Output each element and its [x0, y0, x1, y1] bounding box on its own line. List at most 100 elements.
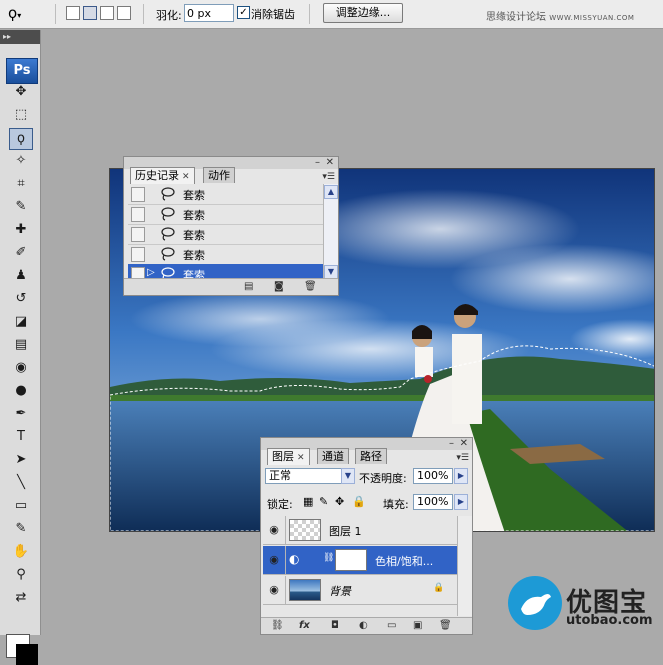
close-tab-icon[interactable]: ✕	[297, 453, 305, 463]
antialias-checkbox[interactable]: ✓	[237, 6, 250, 19]
lasso-tool-icon[interactable]: ϙ	[9, 128, 33, 150]
minimize-icon[interactable]: –	[449, 438, 454, 449]
lock-all-icon[interactable]: 🔒	[352, 495, 366, 508]
type-tool-icon[interactable]: T	[10, 427, 32, 447]
new-selection-icon[interactable]	[66, 6, 80, 20]
scroll-down-icon[interactable]: ▼	[324, 265, 338, 279]
layer-name: 图层 1	[329, 525, 362, 538]
eraser-tool-icon[interactable]: ◪	[10, 312, 32, 332]
panel-menu-icon[interactable]: ▾☰	[322, 172, 335, 183]
tab-actions[interactable]: 动作	[203, 167, 235, 183]
tab-channels[interactable]: 通道	[317, 448, 349, 464]
history-item-label: 套索	[183, 229, 205, 242]
mask-link-icon[interactable]: ⛓	[323, 553, 334, 563]
lock-icon: 🔒	[433, 583, 445, 593]
lock-pixels-icon[interactable]: ✎	[319, 495, 328, 508]
history-source-checkbox[interactable]	[131, 207, 145, 222]
chevron-down-icon[interactable]: ▼	[341, 468, 355, 484]
history-item[interactable]: 套索	[128, 184, 324, 205]
tab-paths[interactable]: 路径	[355, 448, 387, 464]
hand-tool-icon[interactable]: ✋	[10, 542, 32, 562]
layer-style-icon[interactable]: fx	[299, 620, 310, 632]
crop-tool-icon[interactable]: ⌗	[10, 174, 32, 194]
healing-brush-tool-icon[interactable]: ✚	[10, 220, 32, 240]
blur-tool-icon[interactable]: ◉	[10, 358, 32, 378]
site-watermark-text: 思缘设计论坛 WWW.MISSYUAN.COM	[486, 8, 634, 23]
close-icon[interactable]: ✕	[460, 438, 468, 449]
visibility-eye-icon[interactable]: ◉	[263, 576, 286, 604]
pen-tool-icon[interactable]: ✒	[10, 404, 32, 424]
options-separator	[143, 4, 144, 24]
gradient-tool-icon[interactable]: ▤	[10, 335, 32, 355]
new-layer-icon[interactable]: ▣	[413, 620, 422, 632]
layer-thumbnail	[289, 519, 321, 541]
history-item[interactable]: 套索	[128, 204, 324, 225]
layers-footer: ⛓ fx ◘ ◐ ▭ ▣ 🗑	[261, 617, 472, 634]
line-tool-icon[interactable]: ╲	[10, 473, 32, 493]
fill-input[interactable]: 100%	[413, 494, 453, 510]
history-item-label: 套索	[183, 189, 205, 202]
minimize-icon[interactable]: –	[315, 157, 320, 168]
feather-input[interactable]	[184, 4, 234, 22]
layers-scrollbar[interactable]	[457, 516, 472, 616]
fill-arrow-icon[interactable]: ▶	[454, 494, 468, 510]
new-snapshot-icon[interactable]: ◙	[274, 281, 284, 293]
lasso-icon	[161, 187, 175, 201]
history-item[interactable]: 套索	[128, 244, 324, 265]
subtract-selection-icon[interactable]	[100, 6, 114, 20]
close-tab-icon[interactable]: ✕	[182, 172, 190, 182]
lock-position-icon[interactable]: ✥	[335, 495, 344, 508]
delete-icon[interactable]: 🗑	[304, 281, 317, 293]
new-group-icon[interactable]: ▭	[387, 620, 396, 632]
watermark-logo	[508, 576, 562, 630]
layer-row[interactable]: ◉ 🔒 背景	[263, 576, 457, 605]
history-source-checkbox[interactable]	[131, 247, 145, 262]
clone-stamp-tool-icon[interactable]: ♟	[10, 266, 32, 286]
brush-tool-icon[interactable]: ✐	[10, 243, 32, 263]
layer-row[interactable]: ◉ 图层 1	[263, 516, 457, 545]
history-scrollbar[interactable]: ▲ ▼	[323, 184, 338, 280]
scroll-up-icon[interactable]: ▲	[324, 185, 338, 199]
eyedropper-sample-tool-icon[interactable]: ✎	[10, 519, 32, 539]
layer-mask-thumbnail	[335, 549, 367, 571]
panel-menu-icon[interactable]: ▾☰	[456, 453, 469, 464]
layer-row[interactable]: ◉ ◐ ⛓ 色相/饱和...	[263, 546, 457, 575]
opacity-input[interactable]: 100%	[413, 468, 453, 484]
intersect-selection-icon[interactable]	[117, 6, 131, 20]
lasso-preset-icon[interactable]: ϙ▾	[8, 3, 38, 23]
dodge-tool-icon[interactable]: ●	[10, 381, 32, 401]
opacity-value: 100%	[417, 469, 449, 482]
lock-transparency-icon[interactable]: ▦	[303, 495, 313, 508]
adjustment-layer-icon[interactable]: ◐	[359, 620, 368, 632]
swap-colors-tool-icon[interactable]: ⇄	[10, 588, 32, 608]
refine-edge-button[interactable]: 调整边缘...	[323, 3, 403, 23]
history-brush-tool-icon[interactable]: ↺	[10, 289, 32, 309]
site-url: WWW.MISSYUAN.COM	[549, 14, 635, 22]
move-tool-icon[interactable]: ✥	[10, 82, 32, 102]
visibility-eye-icon[interactable]: ◉	[263, 546, 286, 574]
layer-mask-icon[interactable]: ◘	[331, 620, 339, 632]
tab-layers[interactable]: 图层 ✕	[267, 448, 310, 465]
path-selection-tool-icon[interactable]: ➤	[10, 450, 32, 470]
toolbox-grip[interactable]: ▸▸	[0, 30, 40, 44]
delete-layer-icon[interactable]: 🗑	[439, 620, 452, 632]
history-source-checkbox[interactable]	[131, 227, 145, 242]
notes-tool-icon[interactable]: ▭	[10, 496, 32, 516]
close-icon[interactable]: ✕	[326, 157, 334, 168]
visibility-eye-icon[interactable]: ◉	[263, 516, 286, 544]
magic-wand-tool-icon[interactable]: ✧	[10, 151, 32, 171]
tab-label: 图层	[272, 450, 294, 463]
eyedropper-tool-icon[interactable]: ✎	[10, 197, 32, 217]
history-source-checkbox[interactable]	[131, 187, 145, 202]
history-item[interactable]: 套索	[128, 224, 324, 245]
opacity-arrow-icon[interactable]: ▶	[454, 468, 468, 484]
background-color-swatch[interactable]	[16, 644, 38, 665]
link-layers-icon[interactable]: ⛓	[271, 620, 284, 632]
tab-label: 动作	[208, 169, 230, 182]
marquee-tool-icon[interactable]: ⬚	[10, 105, 32, 125]
zoom-tool-icon[interactable]: ⚲	[10, 565, 32, 585]
tab-history[interactable]: 历史记录 ✕	[130, 167, 195, 184]
new-document-icon[interactable]: ▤	[244, 281, 253, 293]
add-selection-icon[interactable]	[83, 6, 97, 20]
blend-mode-select[interactable]: 正常	[265, 468, 345, 484]
